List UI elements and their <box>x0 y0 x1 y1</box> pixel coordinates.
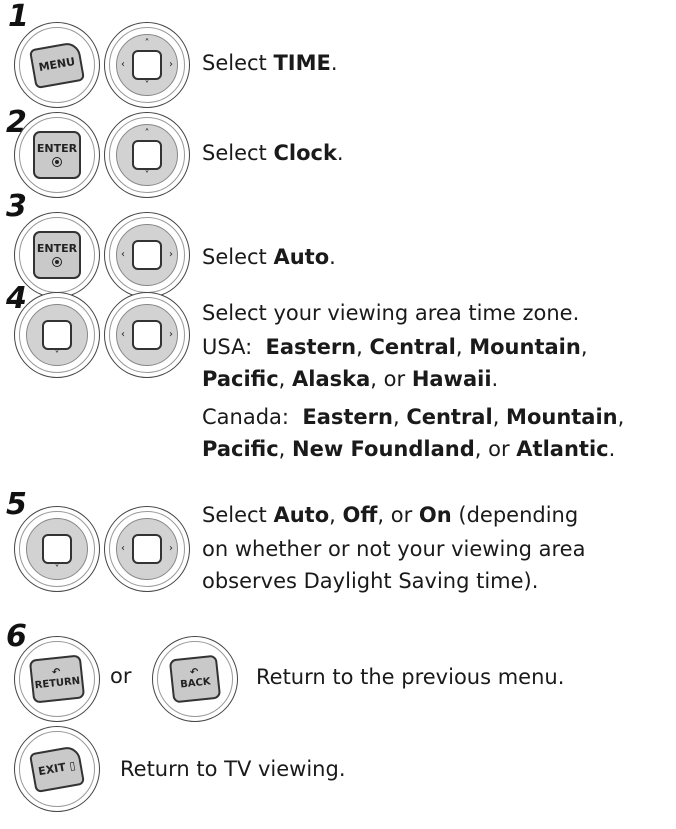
step-number: 6 <box>6 619 27 654</box>
nav-pad-circle: ‹ › <box>104 292 190 378</box>
arrow-down-icon: ˅ <box>54 564 60 575</box>
menu-key-icon[interactable]: MENU <box>28 40 86 90</box>
step-text-line3: observes Daylight Saving time). <box>202 569 539 593</box>
step-text: Select your viewing area time zone. <box>202 301 580 325</box>
exit-key-icon[interactable]: EXIT ▯ <box>28 744 86 794</box>
nav-pad-icon[interactable]: ‹ › <box>116 304 178 366</box>
step-text-line1: Select Auto, Off, or On (depending <box>202 503 579 527</box>
arrow-right-icon: › <box>169 543 173 554</box>
nav-pad-circle: ˅ <box>14 292 100 378</box>
nav-pad-circle: ‹ › <box>104 506 190 592</box>
step-number: 3 <box>6 189 27 224</box>
menu-key-circle: MENU <box>14 22 100 108</box>
nav-pad-circle: ˄ ˅ ‹ › <box>104 22 190 108</box>
enter-dot-icon <box>52 156 62 167</box>
arrow-right-icon: › <box>169 59 173 70</box>
ok-key <box>132 534 162 564</box>
arrow-down-icon: ˅ <box>144 80 150 91</box>
enter-key-icon[interactable]: ENTER <box>33 231 81 279</box>
back-key-icon[interactable]: ↶ BACK <box>168 654 222 704</box>
enter-dot-icon <box>52 256 62 267</box>
nav-pad-circle: ˄ ˅ <box>104 112 190 198</box>
step-text: Return to the previous menu. <box>256 665 565 689</box>
arrow-down-icon: ˅ <box>144 170 150 181</box>
ok-key <box>42 534 72 564</box>
step-number: 1 <box>8 0 29 34</box>
exit-key-circle: EXIT ▯ <box>14 726 100 812</box>
arrow-right-icon: › <box>169 329 173 340</box>
step-text-line2: on whether or not your viewing area <box>202 537 586 561</box>
nav-pad-icon[interactable]: ˄ ˅ ‹ › <box>116 34 178 96</box>
arrow-left-icon: ‹ <box>121 543 125 554</box>
step-number: 5 <box>6 487 27 522</box>
usa-zones-line1: USA: Eastern, Central, Mountain, <box>202 335 588 359</box>
nav-pad-icon[interactable]: ‹ › <box>116 518 178 580</box>
nav-pad-circle: ˅ <box>14 506 100 592</box>
arrow-up-icon: ˄ <box>144 38 150 49</box>
step-text: Select TIME. <box>202 51 338 75</box>
arrow-up-icon: ˄ <box>144 128 150 139</box>
ok-key <box>132 240 162 270</box>
enter-key-circle: ENTER <box>14 112 100 198</box>
arrow-left-icon: ‹ <box>121 249 125 260</box>
canada-zones-line1: Canada: Eastern, Central, Mountain, <box>202 405 625 429</box>
enter-key-icon[interactable]: ENTER <box>33 131 81 179</box>
ok-key <box>132 140 162 170</box>
nav-pad-icon[interactable]: ˅ <box>26 518 88 580</box>
arrow-left-icon: ‹ <box>121 329 125 340</box>
arrow-right-icon: › <box>169 249 173 260</box>
usa-zones-line2: Pacific, Alaska, or Hawaii. <box>202 367 499 391</box>
nav-pad-icon[interactable]: ˅ <box>26 304 88 366</box>
or-text: or <box>110 664 132 688</box>
ok-key <box>42 320 72 350</box>
nav-pad-icon[interactable]: ˄ ˅ <box>116 124 178 186</box>
back-key-circle: ↶ BACK <box>152 636 238 722</box>
step-text: Return to TV viewing. <box>120 757 346 781</box>
nav-pad-circle: ‹ › <box>104 212 190 298</box>
step-text: Select Clock. <box>202 141 344 165</box>
arrow-left-icon: ‹ <box>121 59 125 70</box>
return-key-circle: ↶ RETURN <box>14 636 100 722</box>
ok-key <box>132 50 162 80</box>
ok-key <box>132 320 162 350</box>
return-key-icon[interactable]: ↶ RETURN <box>28 654 86 704</box>
step-text: Select Auto. <box>202 245 336 269</box>
arrow-down-icon: ˅ <box>54 350 60 361</box>
nav-pad-icon[interactable]: ‹ › <box>116 224 178 286</box>
canada-zones-line2: Pacific, New Foundland, or Atlantic. <box>202 437 616 461</box>
